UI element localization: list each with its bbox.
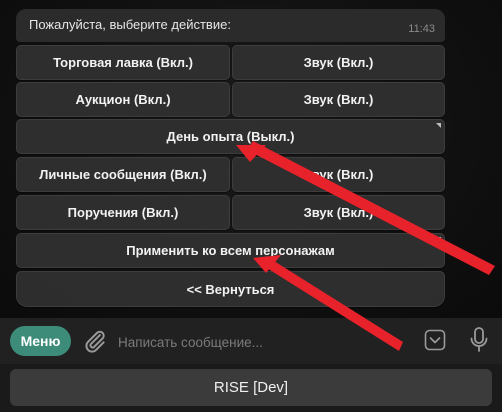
auction-toggle-button[interactable]: Аукцион (Вкл.) [16,82,230,117]
chat-area: Пожалуйста, выберите действие: 11:43 Тор… [0,0,502,318]
message-input[interactable] [116,327,420,357]
private-messages-sound-button[interactable]: Звук (Вкл.) [232,157,445,192]
assignments-toggle-button[interactable]: Поручения (Вкл.) [16,195,230,230]
private-messages-toggle-button[interactable]: Личные сообщения (Вкл.) [16,157,230,192]
experience-day-toggle-button[interactable]: День опыта (Выкл.) [16,119,445,154]
trade-shop-sound-button[interactable]: Звук (Вкл.) [232,45,445,80]
assignments-sound-button[interactable]: Звук (Вкл.) [232,195,445,230]
apply-to-all-characters-button[interactable]: Применить ко всем персонажам [16,233,445,268]
rise-dev-button[interactable]: RISE [Dev] [10,369,492,406]
message-text: Пожалуйста, выберите действие: [29,17,231,32]
microphone-icon[interactable] [468,326,490,354]
back-button[interactable]: << Вернуться [16,271,445,307]
trade-shop-toggle-button[interactable]: Торговая лавка (Вкл.) [16,45,230,80]
keyboard-icon[interactable] [424,329,446,351]
message-timestamp: 11:43 [408,23,435,35]
auction-sound-button[interactable]: Звук (Вкл.) [232,82,445,117]
paperclip-icon[interactable] [82,328,108,354]
bot-message-bubble: Пожалуйста, выберите действие: 11:43 [16,9,445,42]
menu-button[interactable]: Меню [10,326,71,356]
